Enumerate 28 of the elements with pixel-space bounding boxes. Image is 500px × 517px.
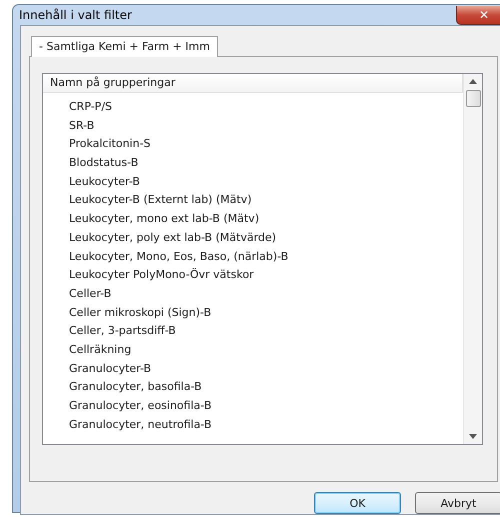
list-item[interactable]: Leukocyter, mono ext lab-B (Mätv) xyxy=(43,210,463,229)
scrollbar[interactable] xyxy=(463,74,482,444)
scroll-up-icon[interactable] xyxy=(469,79,477,84)
list-item[interactable]: Leukocyter PolyMono-Övr vätskor xyxy=(43,266,463,285)
list-item[interactable]: Leukocyter, poly ext lab-B (Mätvärde) xyxy=(43,228,463,248)
list-item[interactable]: Leukocyter-B xyxy=(43,172,463,192)
list-item[interactable]: Granulocyter, eosinofila-B xyxy=(43,397,463,416)
dialog-button[interactable]: OK xyxy=(314,492,401,514)
list-item[interactable]: Leukocyter-B (Externt lab) (Mätv) xyxy=(43,191,463,210)
list-item[interactable]: Granulocyter, basofila-B xyxy=(43,378,463,397)
scroll-down-icon[interactable] xyxy=(469,434,477,439)
list-item[interactable]: Granulocyter, neutrofila-B xyxy=(43,416,463,434)
list-item[interactable]: Celler mikroskopi (Sign)-B xyxy=(43,304,463,322)
list-item[interactable]: Granulocyter-B xyxy=(43,360,463,378)
tab[interactable]: - Samtliga Kemi + Farm + Imm xyxy=(31,36,218,57)
list-item[interactable]: Celler, 3-partsdiff-B xyxy=(43,322,463,341)
scroll-thumb[interactable] xyxy=(466,90,480,107)
list-item[interactable]: Celler-B xyxy=(43,284,463,304)
list-item[interactable]: Prokalcitonin-S xyxy=(43,135,463,154)
list-item[interactable]: Cellräkning xyxy=(43,340,463,360)
window-title: Innehåll i valt filter xyxy=(19,8,132,22)
list-item[interactable]: SR-B xyxy=(43,116,463,136)
list-item[interactable]: CRP-P/S xyxy=(43,98,463,117)
list-item[interactable]: Blodstatus-B xyxy=(43,154,463,173)
list-item[interactable]: Leukocyter, Mono, Eos, Baso, (närlab)-B xyxy=(43,248,463,266)
close-button[interactable]: ✕ xyxy=(456,6,500,25)
dialog-button[interactable]: Avbryt xyxy=(415,492,500,514)
column-header[interactable]: Namn på grupperingar xyxy=(43,74,463,93)
